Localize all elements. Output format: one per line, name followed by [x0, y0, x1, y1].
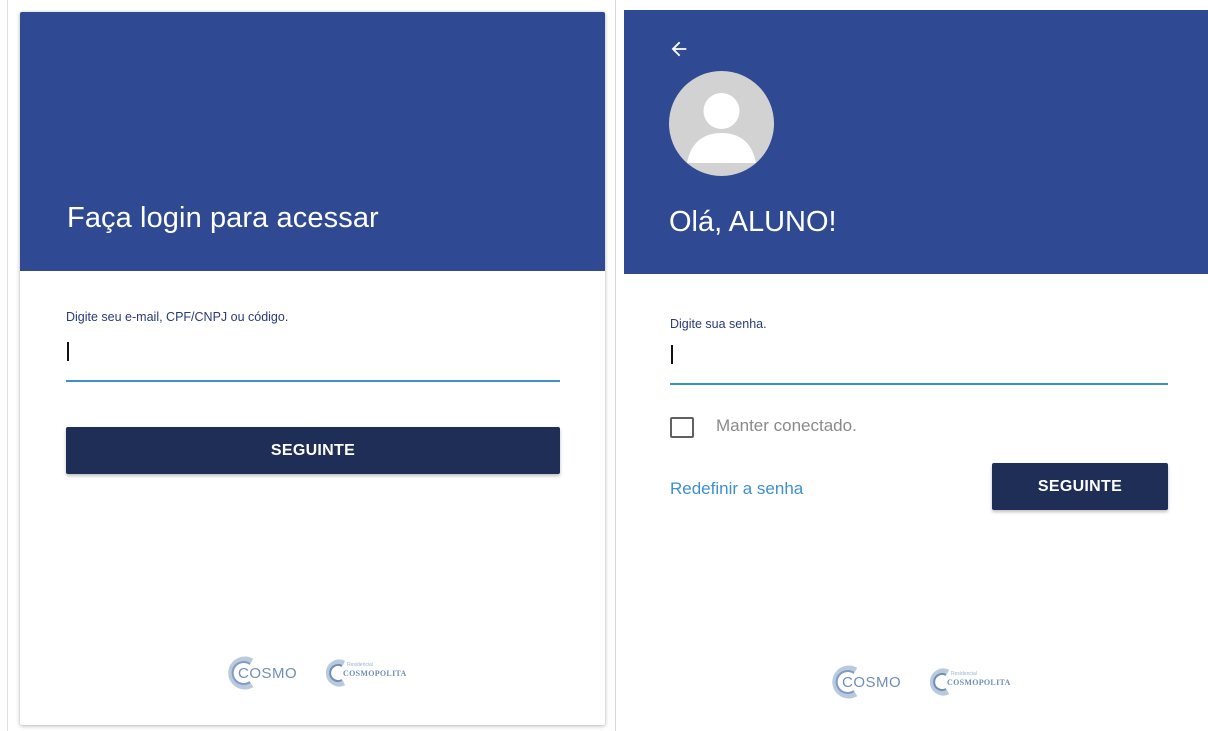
footer-logos: COSMO Residencial COSMOPOLITA	[830, 664, 1030, 700]
cosmopolita-logo: Residencial COSMOPOLITA	[323, 659, 423, 689]
password-card: Olá, ALUNO! Digite sua senha. Manter con…	[624, 10, 1208, 731]
login-next-button[interactable]: SEGUINTE	[66, 427, 560, 474]
password-input[interactable]	[670, 338, 1168, 385]
reset-password-link[interactable]: Redefinir a senha	[670, 479, 803, 499]
cosmo-logo: COSMO	[226, 655, 316, 691]
user-avatar-icon	[669, 71, 774, 176]
footer-logos: COSMO Residencial COSMOPOLITA	[226, 655, 426, 691]
login-header: Faça login para acessar	[20, 12, 605, 271]
login-field-label: Digite seu e-mail, CPF/CNPJ ou código.	[66, 310, 289, 324]
password-next-button[interactable]: SEGUINTE	[992, 463, 1168, 510]
keep-connected-label[interactable]: Manter conectado.	[716, 416, 857, 436]
cosmopolita-logo: Residencial COSMOPOLITA	[927, 668, 1027, 698]
panel-divider	[615, 0, 623, 731]
login-title: Faça login para acessar	[67, 202, 379, 234]
cosmo-logo: COSMO	[830, 664, 920, 700]
keep-connected-checkbox[interactable]	[670, 417, 694, 438]
login-identifier-input[interactable]	[66, 337, 560, 382]
text-caret	[67, 342, 69, 361]
greeting-title: Olá, ALUNO!	[669, 206, 837, 238]
login-card: Faça login para acessar Digite seu e-mai…	[20, 12, 605, 725]
text-caret	[671, 345, 673, 364]
arrow-left-icon[interactable]	[668, 38, 690, 60]
password-header: Olá, ALUNO!	[624, 10, 1208, 274]
window-frame	[0, 0, 8, 731]
password-field-label: Digite sua senha.	[670, 317, 767, 331]
